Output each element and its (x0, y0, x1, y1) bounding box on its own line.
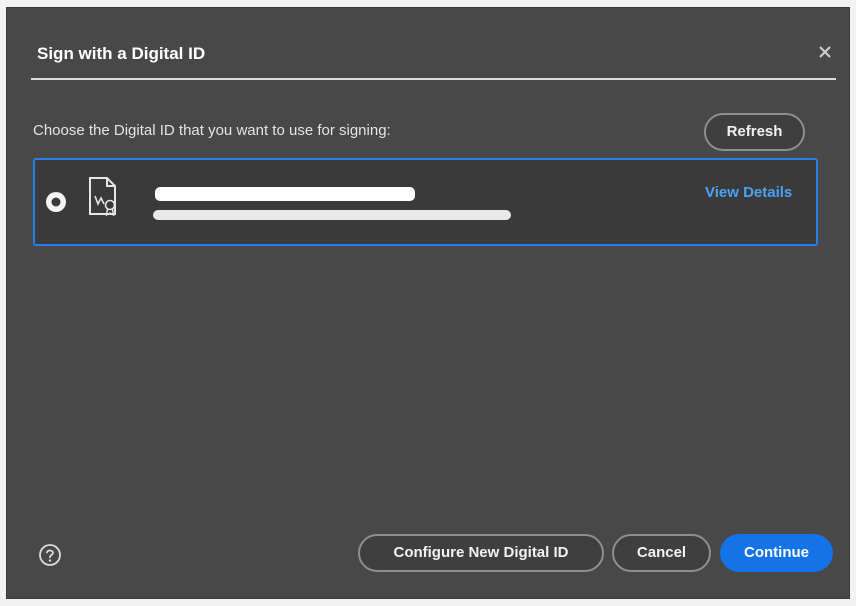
dialog-title: Sign with a Digital ID (37, 44, 206, 63)
configure-new-digital-id-button[interactable]: Configure New Digital ID (358, 534, 604, 572)
cancel-button[interactable]: Cancel (612, 534, 711, 572)
certificate-icon (87, 176, 119, 218)
digital-id-name (155, 187, 415, 201)
choose-id-prompt: Choose the Digital ID that you want to u… (33, 122, 391, 139)
help-icon[interactable] (38, 543, 62, 567)
refresh-button[interactable]: Refresh (704, 113, 805, 151)
close-icon[interactable] (811, 38, 839, 66)
continue-button[interactable]: Continue (720, 534, 833, 572)
digital-id-radio[interactable] (45, 191, 67, 213)
sign-digital-id-dialog: Sign with a Digital ID Choose the Digita… (6, 7, 850, 599)
view-details-link[interactable]: View Details (705, 184, 792, 201)
title-divider (31, 78, 836, 80)
digital-id-list-item[interactable]: View Details (33, 158, 818, 246)
digital-id-issuer (153, 210, 511, 220)
